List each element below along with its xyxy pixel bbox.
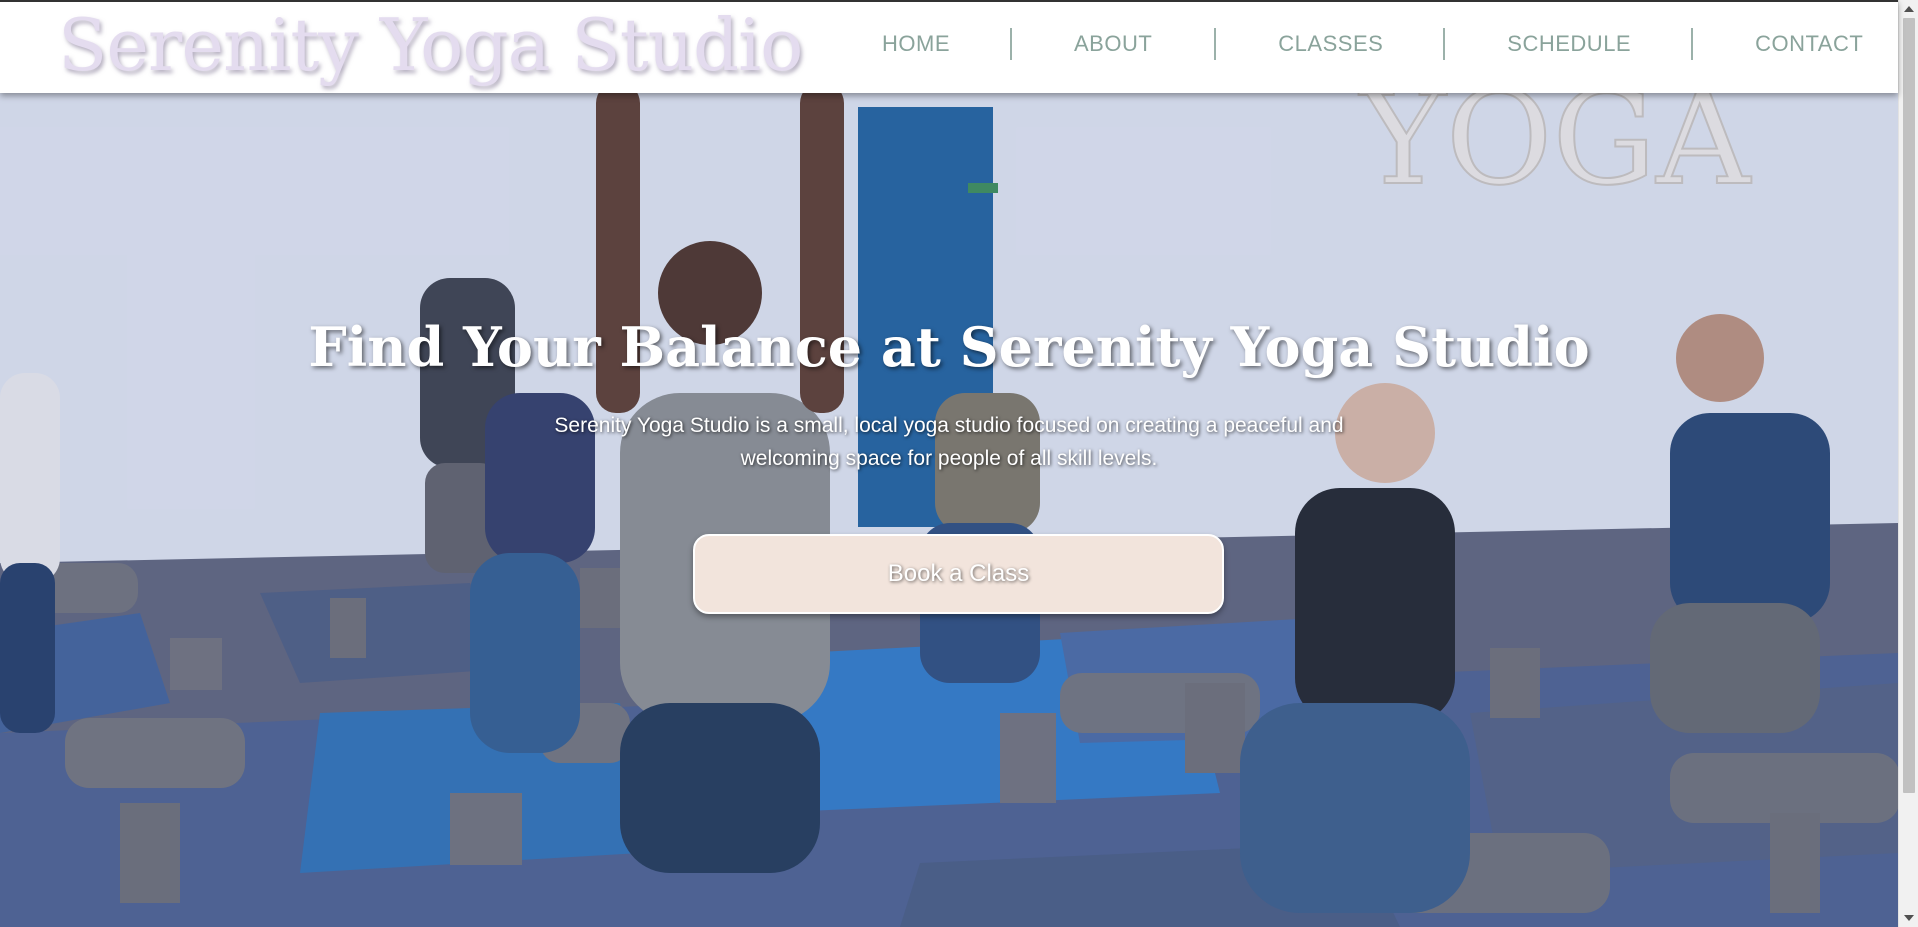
nav-divider (1214, 27, 1217, 60)
main-nav: HOME ABOUT CLASSES SCHEDULE CONTACT (840, 2, 1863, 85)
nav-contact-link[interactable]: CONTACT (1755, 31, 1863, 57)
site-header: Serenity Yoga Studio HOME ABOUT CLASSES … (0, 0, 1898, 93)
hero-title: Find Your Balance at Serenity Yoga Studi… (308, 315, 1590, 379)
hero-tint-overlay (0, 93, 1898, 927)
nav-classes-link[interactable]: CLASSES (1278, 31, 1383, 57)
nav-schedule-link[interactable]: SCHEDULE (1507, 31, 1631, 57)
scroll-up-arrow-icon[interactable] (1899, 0, 1918, 18)
nav-divider (1443, 27, 1446, 60)
nav-home-link[interactable]: HOME (882, 31, 950, 57)
page: Serenity Yoga Studio HOME ABOUT CLASSES … (0, 0, 1918, 927)
book-class-button[interactable]: Book a Class (693, 534, 1224, 614)
hero-subtitle: Serenity Yoga Studio is a small, local y… (554, 414, 1344, 470)
vertical-scrollbar[interactable] (1898, 0, 1918, 927)
nav-divider (1010, 27, 1012, 60)
hero-section: YOGA Find Your Balance at Serenity Yoga … (0, 93, 1898, 927)
nav-divider (1691, 27, 1694, 60)
nav-about-link[interactable]: ABOUT (1074, 31, 1152, 57)
scroll-down-arrow-icon[interactable] (1899, 909, 1918, 927)
scrollbar-thumb[interactable] (1903, 18, 1915, 793)
site-logo[interactable]: Serenity Yoga Studio (58, 0, 803, 90)
